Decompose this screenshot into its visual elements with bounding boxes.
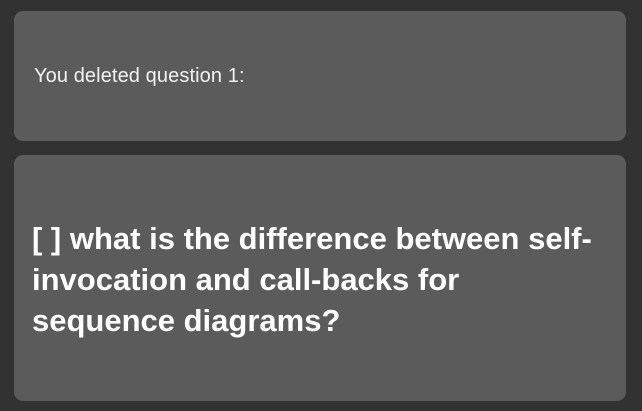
- deleted-notice-text: You deleted question 1:: [34, 64, 245, 87]
- deleted-notice-card: You deleted question 1:: [14, 11, 626, 141]
- deleted-question-text: [ ] what is the difference between self-…: [32, 220, 592, 338]
- deleted-question-card: [ ] what is the difference between self-…: [14, 155, 626, 401]
